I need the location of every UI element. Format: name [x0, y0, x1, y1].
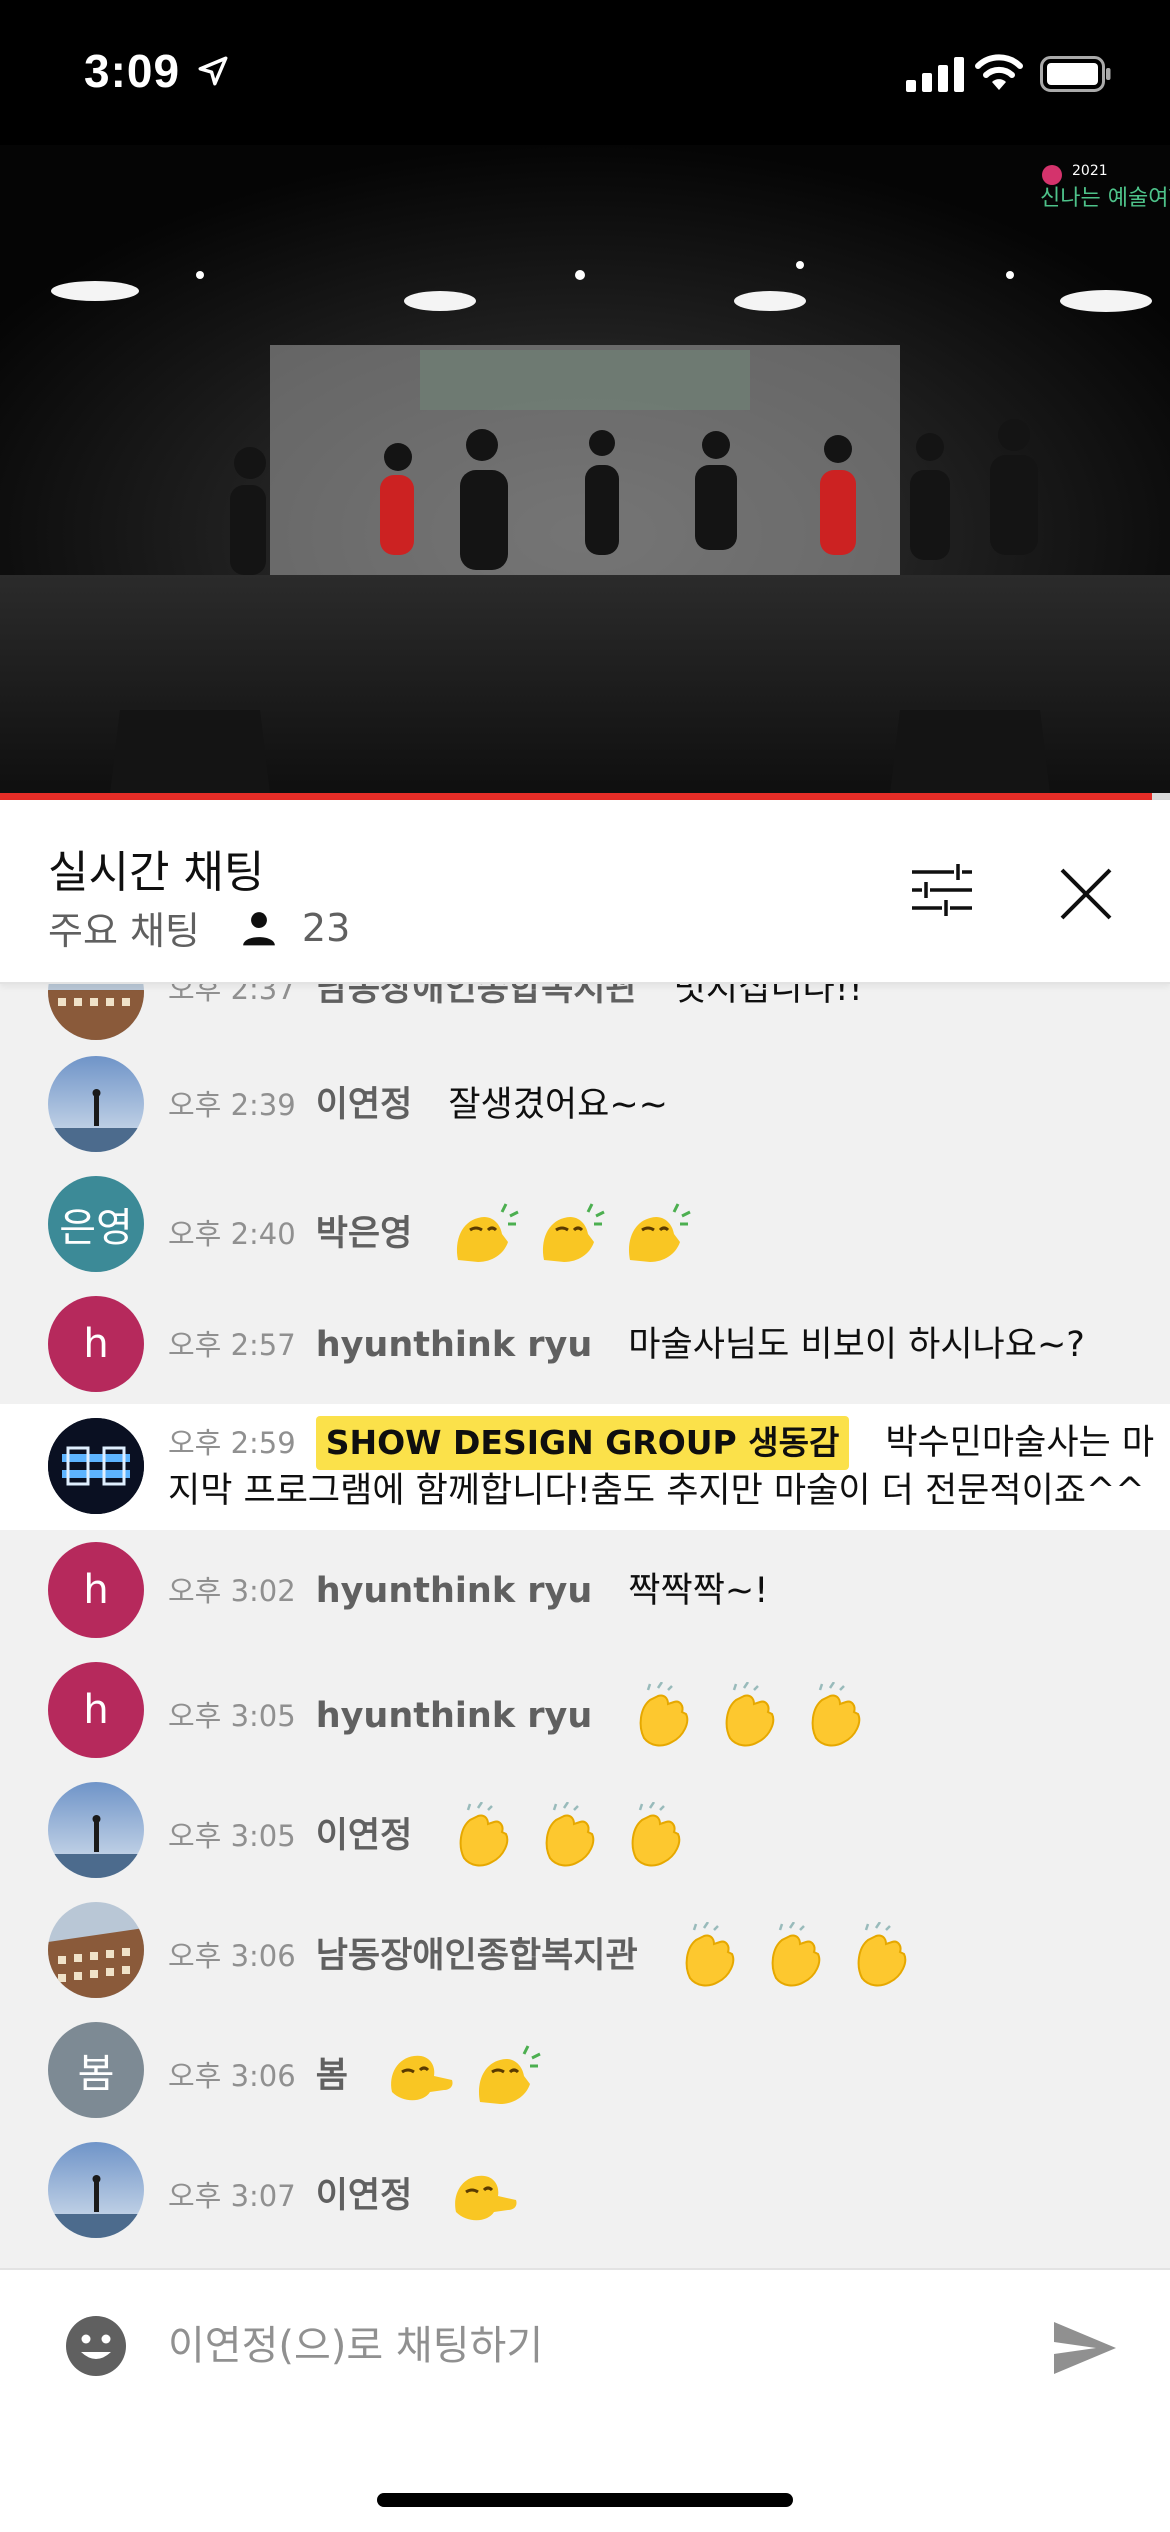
chat-message: 오후 3:05 이연정 [0, 1770, 1170, 1890]
emoji-face-icon[interactable] [64, 2314, 128, 2378]
status-bar: 3:09 [0, 0, 1170, 145]
message-author[interactable]: hyunthink ryu [316, 1566, 593, 1616]
chat-message: 오후 3:07 이연정 [0, 2130, 1170, 2250]
chat-message: h 오후 3:02 hyunthink ryu 짝짝짝~! [0, 1530, 1170, 1650]
chat-title: 실시간 채팅 [48, 847, 265, 898]
location-arrow-icon [198, 56, 228, 86]
avatar[interactable] [48, 1782, 144, 1878]
message-time: 오후 3:06 [168, 2059, 296, 2093]
avatar[interactable]: 봄 [48, 2022, 144, 2118]
home-indicator [377, 2493, 793, 2507]
chat-message: 봄 오후 3:06 봄 [0, 2010, 1170, 2130]
battery-icon [1040, 56, 1111, 92]
message-text-continued: 지막 프로그램에 함께합니다!춤도 추지만 마술이 더 전문적이죠^^ [168, 1471, 1145, 1511]
message-text: 마술사님도 비보이 하시나요~? [628, 1325, 1085, 1365]
video-player[interactable]: 2021 신나는 예술여행 [0, 145, 1170, 793]
message-author[interactable]: 이연정 [316, 2171, 413, 2221]
clapping-hands-emoji [725, 1682, 775, 1747]
video-progress-bar[interactable] [0, 793, 1170, 800]
message-time: 오후 2:37 [168, 984, 296, 1006]
chat-message: 오후 3:06 남동장애인종합복지관 [0, 1890, 1170, 2010]
avatar[interactable]: h [48, 1542, 144, 1638]
message-time: 오후 2:40 [168, 1217, 296, 1251]
chat-mode-selector[interactable]: 주요 채팅 23 [48, 900, 350, 955]
clapping-hands-emoji [631, 1802, 681, 1867]
message-time: 오후 2:39 [168, 1088, 296, 1122]
chat-message: 은영 오후 2:40 박은영 [0, 1164, 1170, 1284]
pointing-emoji [455, 2175, 517, 2221]
message-time: 오후 3:02 [168, 1574, 296, 1608]
message-time: 오후 3:05 [168, 1699, 296, 1733]
viewer-count: 23 [301, 905, 351, 950]
clapping-hands-emoji [685, 1922, 734, 1987]
clapping-hands-emoji [771, 1922, 820, 1987]
message-author[interactable]: 봄 [316, 2051, 348, 2101]
avatar[interactable] [48, 1418, 144, 1514]
send-icon[interactable] [1052, 2318, 1118, 2378]
message-author[interactable]: 남동장애인종합복지관 [316, 984, 638, 1014]
chat-message: h 오후 3:05 hyunthink ryu [0, 1650, 1170, 1770]
avatar[interactable]: h [48, 1296, 144, 1392]
hand-wave-emoji [478, 2045, 541, 2104]
message-text: 멋지십니다!! [673, 984, 863, 1009]
message-author[interactable]: hyunthink ryu [316, 1691, 593, 1741]
wifi-icon [975, 54, 1023, 90]
avatar[interactable]: h [48, 1662, 144, 1758]
chat-mode-label: 주요 채팅 [48, 909, 200, 953]
message-time: 오후 3:06 [168, 1939, 296, 1973]
message-text: 짝짝짝~! [628, 1571, 769, 1611]
live-chat-header: 실시간 채팅 주요 채팅 23 [0, 800, 1170, 984]
message-text: 잘생겼어요~~ [448, 1085, 668, 1125]
clapping-hands-emoji [459, 1802, 509, 1867]
clapping-hands-emoji [857, 1922, 906, 1987]
author-highlight-badge[interactable]: SHOW DESIGN GROUP 생동감 [315, 1416, 850, 1470]
chat-message: 오후 2:37 남동장애인종합복지관 멋지십니다!! [0, 984, 1170, 1040]
message-text: 박수민마술사는 마 [885, 1423, 1155, 1463]
chat-message-highlighted: 오후 2:59 SHOW DESIGN GROUP 생동감 박수민마술사는 마 … [0, 1404, 1170, 1530]
clapping-hands-emoji [811, 1682, 861, 1747]
clapping-hands-emoji [639, 1682, 689, 1747]
chat-message-input[interactable] [168, 2310, 1028, 2382]
video-progress-fill [0, 793, 1153, 800]
message-time: 오후 3:07 [168, 2179, 296, 2213]
chat-message: 오후 2:39 이연정 잘생겼어요~~ [0, 1044, 1170, 1164]
cellular-signal-icon [906, 56, 964, 92]
message-author[interactable]: 이연정 [316, 1811, 413, 1861]
hand-wave-emoji [457, 1203, 519, 1262]
watermark-year: 2021 [1072, 163, 1108, 179]
avatar[interactable] [48, 1902, 144, 1998]
chat-message: h 오후 2:57 hyunthink ryu 마술사님도 비보이 하시나요~? [0, 1284, 1170, 1404]
message-time: 오후 3:05 [168, 1819, 296, 1853]
avatar[interactable]: 은영 [48, 1176, 144, 1272]
close-icon[interactable] [1056, 864, 1116, 924]
stage-performance-image: 2021 신나는 예술여행 [0, 145, 1170, 793]
hand-wave-emoji [629, 1203, 691, 1262]
hand-wave-emoji [543, 1203, 605, 1262]
avatar[interactable] [48, 2142, 144, 2238]
message-author[interactable]: 남동장애인종합복지관 [316, 1931, 638, 1981]
status-time: 3:09 [84, 45, 181, 97]
avatar[interactable] [48, 1056, 144, 1152]
message-author[interactable]: hyunthink ryu [316, 1320, 593, 1370]
filter-sliders-icon[interactable] [910, 860, 974, 920]
clapping-hands-emoji [545, 1802, 595, 1867]
watermark-title: 신나는 예술여행 [1040, 186, 1170, 211]
message-time: 오후 2:57 [168, 1328, 296, 1362]
message-author[interactable]: 박은영 [316, 1209, 413, 1259]
avatar[interactable] [48, 984, 144, 1040]
person-icon [243, 911, 275, 945]
chat-message-list[interactable]: 오후 2:37 남동장애인종합복지관 멋지십니다!! 오후 2:39 이연정 잘… [0, 984, 1170, 2268]
pointing-emoji [391, 2055, 453, 2101]
message-time: 오후 2:59 [168, 1426, 296, 1460]
message-author[interactable]: 이연정 [316, 1080, 413, 1130]
